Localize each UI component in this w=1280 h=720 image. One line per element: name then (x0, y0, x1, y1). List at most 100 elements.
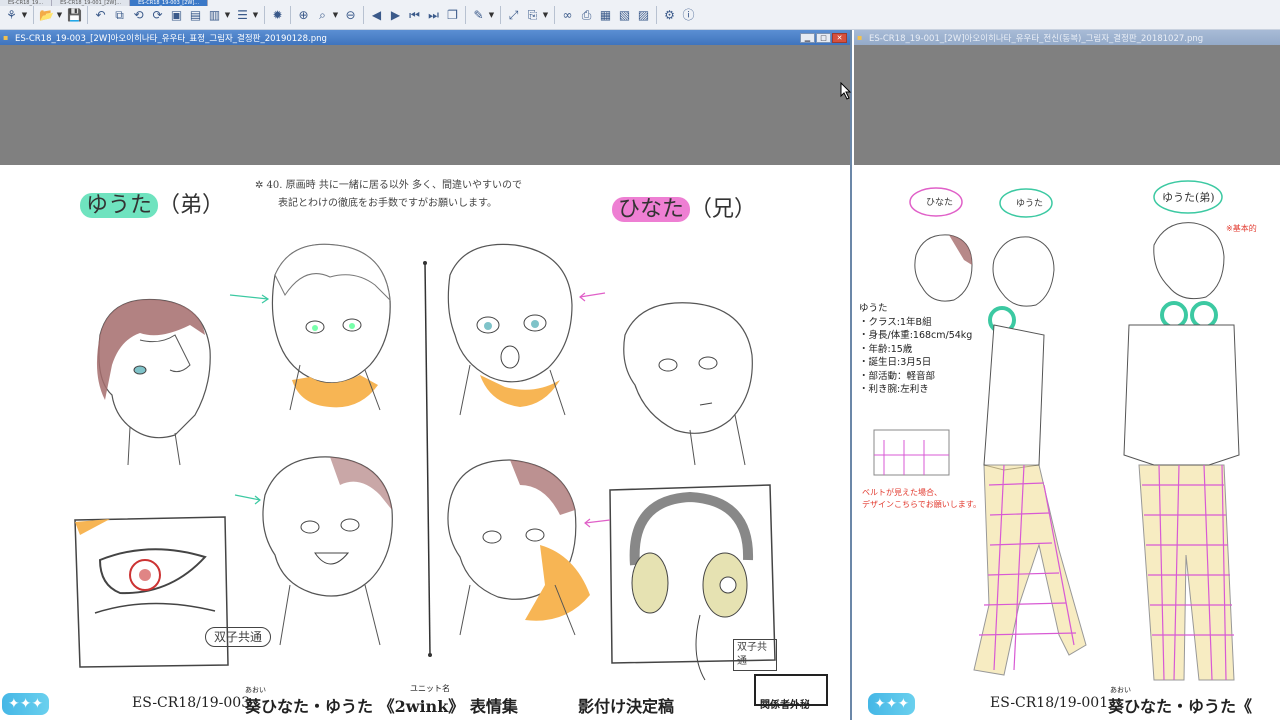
profile-line: ・誕生日:3月5日 (859, 357, 932, 368)
sheet-note-line-1: ✲ 40. 原画時 共に一緒に居る以外 多く、間違いやすいので (255, 180, 522, 191)
belt-note-line-2: デザインこちらでお願いします。 (862, 500, 981, 509)
basic-note-red: ※基本的 (1226, 224, 1257, 233)
document-tab[interactable]: ES-CR18_19... (0, 0, 53, 6)
profile-line: ・身長/体重:168cm/54kg (859, 330, 973, 341)
profile-line: ゆうた (859, 303, 888, 314)
tree-icon[interactable]: ⚘ (3, 6, 20, 24)
rotate-right-icon[interactable]: ⟳ (149, 6, 166, 24)
twins-common-badge: 双子共通 (205, 627, 272, 647)
fit-icon[interactable]: ⤢ (505, 6, 522, 24)
first-icon[interactable]: ⏮ (406, 6, 423, 24)
face-sketch-1 (96, 298, 211, 466)
toolbar-separator (290, 5, 291, 24)
info-icon[interactable]: ⓘ (680, 6, 697, 24)
print-icon[interactable]: ⎙ (578, 6, 595, 24)
toolbar-separator (554, 5, 555, 24)
toolbar-separator (465, 5, 466, 24)
left-canvas-gray-area (0, 45, 850, 165)
ensemble-stars-logo: ✦✦✦ (868, 693, 916, 715)
rotate-left-icon[interactable]: ⟲ (130, 6, 147, 24)
left-footer-subtitle: 影付け決定稿 (578, 697, 675, 716)
pink-arrow-annotations (579, 292, 611, 528)
side-head-sketch-hinata (914, 234, 973, 302)
image-file-icon: ▪ (3, 33, 9, 42)
document-tab-active[interactable]: ES-CR18_19-003_[2W]... (130, 0, 209, 6)
dropdown-arrow-icon[interactable]: ▼ (332, 11, 339, 19)
properties-icon[interactable]: ☰ (234, 6, 251, 24)
profile-line: ・年齢:15歳 (859, 343, 913, 355)
crop-icon[interactable]: ⧉ (111, 6, 128, 24)
right-footer-title: 葵ひなた・ゆうた《 (1108, 697, 1253, 716)
dropdown-arrow-icon[interactable]: ▼ (56, 11, 63, 19)
side-figure-sketch (973, 236, 1087, 676)
document-tab-strip: ES-CR18_19... ES-CR18_19-001_[2W]... ES-… (0, 0, 1280, 6)
slideshow-icon[interactable]: ▤ (187, 6, 204, 24)
left-footer-code: ES-CR18/19-003 (132, 695, 251, 711)
eye-detail-sketch (74, 516, 229, 668)
toolbar-separator (500, 5, 501, 24)
zoom-out-icon[interactable]: ⊖ (342, 6, 359, 24)
document-tab[interactable]: ES-CR18_19-001_[2W]... (52, 0, 131, 6)
toolbar-separator (264, 5, 265, 24)
paint-icon[interactable]: ✎ (470, 6, 487, 24)
expression-sheet-artwork (74, 243, 828, 706)
maximize-button[interactable]: □ (816, 32, 831, 43)
green-arrow-annotations (229, 294, 270, 505)
right-footer-code: ES-CR18/19-001 (990, 695, 1109, 711)
tag-yuta-younger: ゆうた(弟) (1162, 191, 1215, 204)
toolbar-separator (656, 5, 657, 24)
profile-line: ・部活動：軽音部 (859, 370, 936, 382)
next-icon[interactable]: ▶ (387, 6, 404, 24)
settings-icon[interactable]: ⚙ (661, 6, 678, 24)
left-image-window: ▪ ES-CR18_19-003_[2W]아오이히나타_유우타_표정_그림자_결… (0, 30, 852, 720)
zoom-in-icon[interactable]: ⊕ (295, 6, 312, 24)
dropdown-arrow-icon[interactable]: ▼ (21, 11, 28, 19)
dropdown-arrow-icon[interactable]: ▼ (224, 11, 231, 19)
right-canvas-gray-area (854, 45, 1280, 165)
right-window-titlebar[interactable]: ▪ ES-CR18_19-001_[2W]아오이히나타_유우타_전신(동복)_그… (854, 30, 1280, 45)
window-icon[interactable]: ❐ (444, 6, 461, 24)
batch-icon[interactable]: ▥ (206, 6, 223, 24)
dropdown-arrow-icon[interactable]: ▼ (488, 11, 495, 19)
confidential-label: 関係者外秘 (760, 700, 810, 711)
left-footer-title: 葵ひなた・ゆうた 《2wink》 表情集 (245, 697, 518, 716)
face-sketch-5 (262, 456, 393, 646)
copy-icon[interactable]: ⎘ (524, 6, 541, 24)
front-figure-sketch (1123, 222, 1240, 681)
tag-hinata: ひなた (926, 198, 954, 208)
prev-icon[interactable]: ◀ (368, 6, 385, 24)
image-file-icon: ▪ (857, 33, 863, 42)
belt-note-line-1: ベルトが見えた場合、 (862, 488, 942, 497)
right-image-window: ▪ ES-CR18_19-001_[2W]아오이히나타_유우타_전신(동복)_그… (854, 30, 1280, 720)
open-folder-icon[interactable]: 📂 (38, 6, 55, 24)
wallpaper-icon[interactable]: ▧ (616, 6, 633, 24)
profile-line: ・利き腕:左利き (859, 384, 929, 395)
last-icon[interactable]: ⏭ (425, 6, 442, 24)
undo-icon[interactable]: ↶ (92, 6, 109, 24)
binoculars-icon[interactable]: ∞ (559, 6, 576, 24)
save-icon[interactable]: 💾 (66, 6, 83, 24)
scan-icon[interactable]: ▦ (597, 6, 614, 24)
belt-detail-sketch (873, 429, 950, 476)
dropdown-arrow-icon[interactable]: ▼ (252, 11, 259, 19)
twins-common-badge-2: 双子共通 (733, 639, 777, 671)
toolbar-separator (87, 5, 88, 24)
capture-icon[interactable]: ▨ (635, 6, 652, 24)
ensemble-stars-logo: ✦✦✦ (2, 693, 50, 715)
minimize-button[interactable]: ▁ (800, 32, 815, 43)
fullbody-sheet-image[interactable]: ひなた ゆうた ゆうた(弟) ※基本的 ゆうた ・クラス:1年B組 ・身長/体重… (854, 165, 1280, 720)
window-controls: ▁ □ ✕ (800, 32, 850, 43)
close-button[interactable]: ✕ (832, 32, 847, 43)
hinata-name-label: ひなた （兄） (612, 191, 756, 223)
right-window-title: ES-CR18_19-001_[2W]아오이히나타_유우타_전신(동복)_그림자… (869, 33, 1204, 44)
image-icon[interactable]: ▣ (168, 6, 185, 24)
character-profile: ゆうた ・クラス:1年B組 ・身長/体重:168cm/54kg ・年齢:15歳 … (859, 302, 972, 397)
left-window-titlebar[interactable]: ▪ ES-CR18_19-003_[2W]아오이히나타_유우타_표정_그림자_결… (0, 30, 850, 45)
dropdown-arrow-icon[interactable]: ▼ (542, 11, 549, 19)
toolbar-separator (33, 5, 34, 24)
expression-sheet-image[interactable]: ゆうた （弟） ひなた （兄） ✲ 40. 原画時 共に一緒に居る以外 多く、間違い… (0, 165, 850, 720)
sheet-note-line-2: 表記とわけの徹底をお手数ですがお願いします。 (278, 198, 497, 209)
mouse-cursor-icon (840, 82, 852, 100)
zoom-icon[interactable]: ⌕ (314, 6, 331, 24)
effects-icon[interactable]: ✹ (269, 6, 286, 24)
